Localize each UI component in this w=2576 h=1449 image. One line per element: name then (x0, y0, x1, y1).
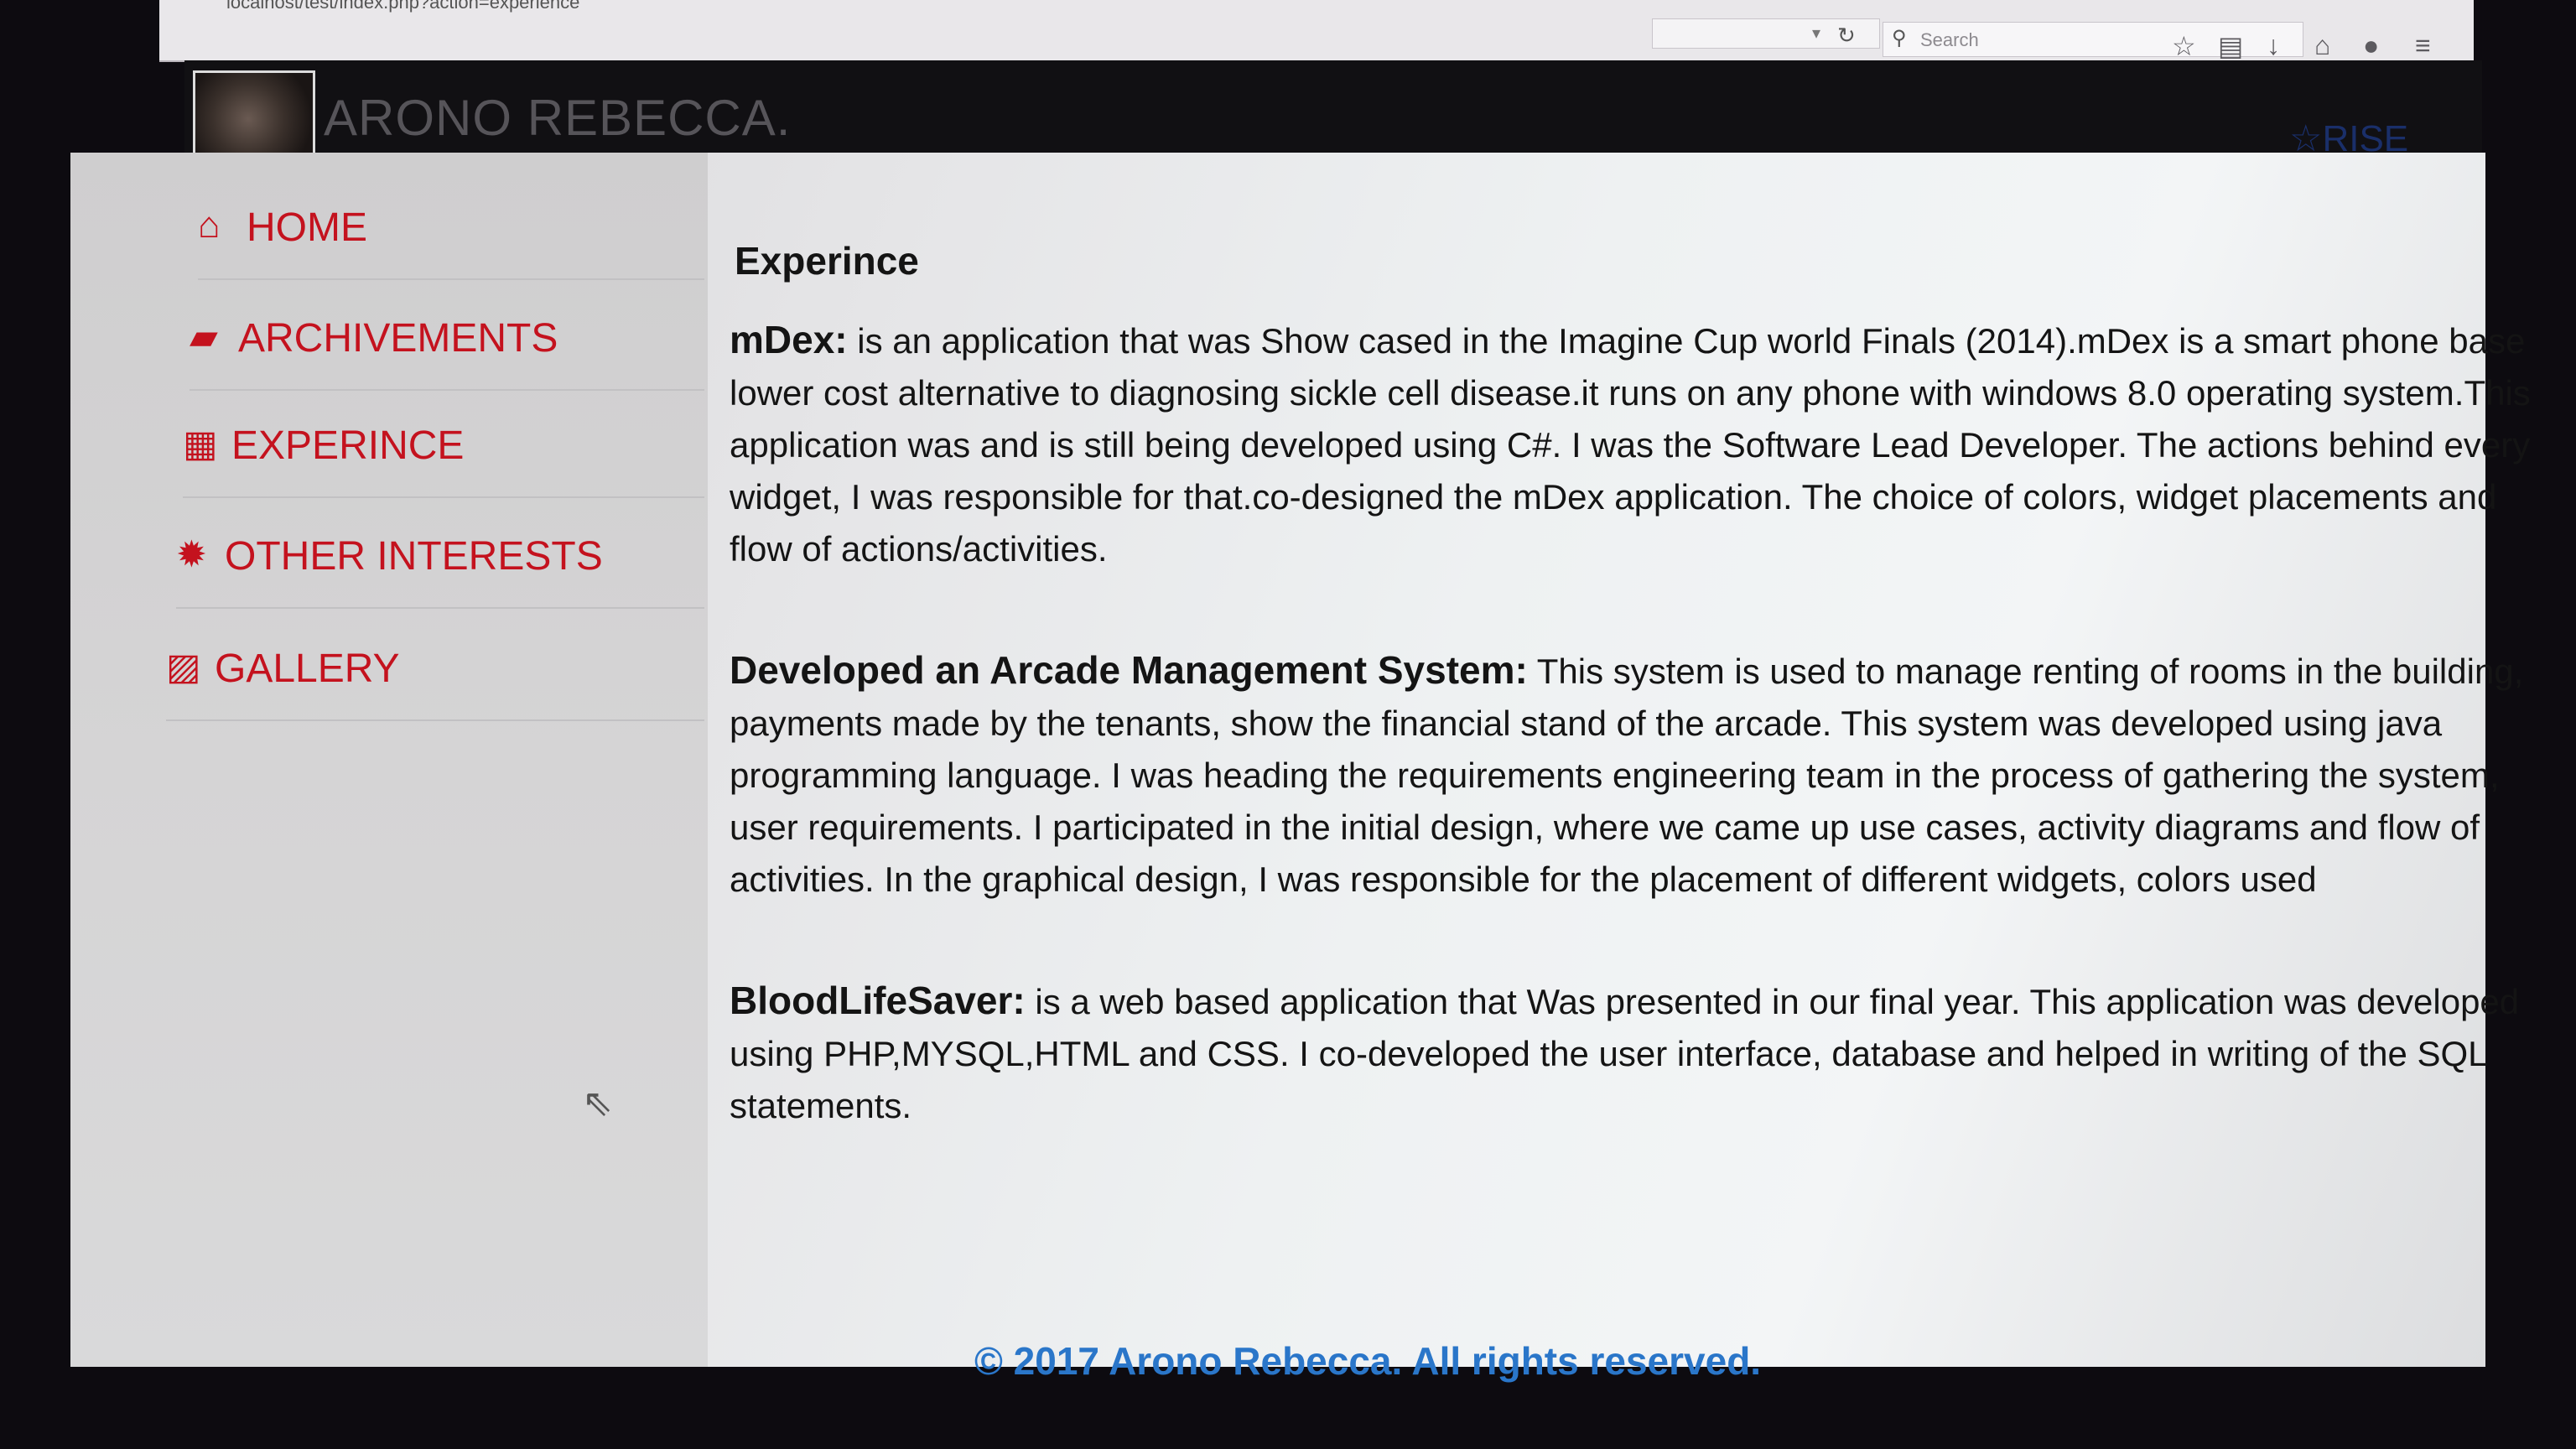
nav-item-experince[interactable]: ▦ EXPERINCE (183, 386, 704, 498)
entry-title: BloodLifeSaver: (730, 979, 1026, 1022)
entry-title: Developed an Arcade Management System: (730, 648, 1528, 692)
nav-item-archivements[interactable]: ▰ ARCHIVEMENTS (190, 278, 704, 391)
home-icon[interactable]: ⌂ (2314, 30, 2330, 61)
experience-entry: Developed an Arcade Management System: T… (730, 644, 2532, 906)
page-title: Experince (735, 239, 919, 283)
chat-icon[interactable]: ● (2363, 30, 2379, 61)
url-controls: ▾ ↻ (1652, 18, 1880, 49)
nav-item-home[interactable]: ⌂ HOME (198, 168, 704, 280)
nav-label: OTHER INTERESTS (225, 534, 603, 579)
entry-text: is an application that was Show cased in… (730, 321, 2531, 569)
home-icon: ⌂ (198, 205, 221, 246)
nav-item-gallery[interactable]: ▨ GALLERY (166, 609, 704, 721)
url-bar[interactable]: localhost/test/index.php?action=experien… (226, 0, 579, 13)
avatar (193, 70, 315, 159)
browser-toolbar: localhost/test/index.php?action=experien… (159, 0, 2474, 62)
reload-icon[interactable]: ↻ (1837, 23, 1856, 49)
trophy-icon: ▰ (190, 316, 218, 357)
experience-entry: mDex: is an application that was Show ca… (730, 314, 2532, 575)
copyright-text: © 2017 Arono Rebecca. All rights reserve… (974, 1339, 1762, 1383)
nav-item-other-interests[interactable]: ✹ OTHER INTERESTS (176, 496, 704, 609)
bookmark-star-icon[interactable]: ☆ (2172, 30, 2196, 62)
briefcase-icon: ▦ (183, 423, 218, 465)
experience-content: Experince mDex: is an application that w… (704, 235, 2532, 1201)
cog-icon: ✹ (176, 534, 207, 575)
search-icon: ⚲ (1892, 27, 1907, 49)
nav-label: ARCHIVEMENTS (238, 316, 558, 361)
search-placeholder: Search (1920, 29, 1979, 50)
entry-title: mDex: (730, 318, 848, 361)
clipboard-icon[interactable]: ▤ (2218, 30, 2243, 62)
nav-label: HOME (247, 205, 367, 250)
download-icon[interactable]: ↓ (2267, 30, 2280, 61)
site-title: ARONO REBECCA. (324, 90, 792, 146)
nav-label: GALLERY (215, 647, 400, 691)
picture-icon: ▨ (166, 647, 201, 688)
mouse-cursor-icon: ⇖ (582, 1083, 613, 1124)
experience-entry: BloodLifeSaver: is a web based applicati… (730, 974, 2532, 1132)
nav-label: EXPERINCE (231, 423, 465, 468)
menu-icon[interactable]: ≡ (2415, 30, 2431, 61)
dropdown-arrow-icon[interactable]: ▾ (1812, 23, 1820, 44)
